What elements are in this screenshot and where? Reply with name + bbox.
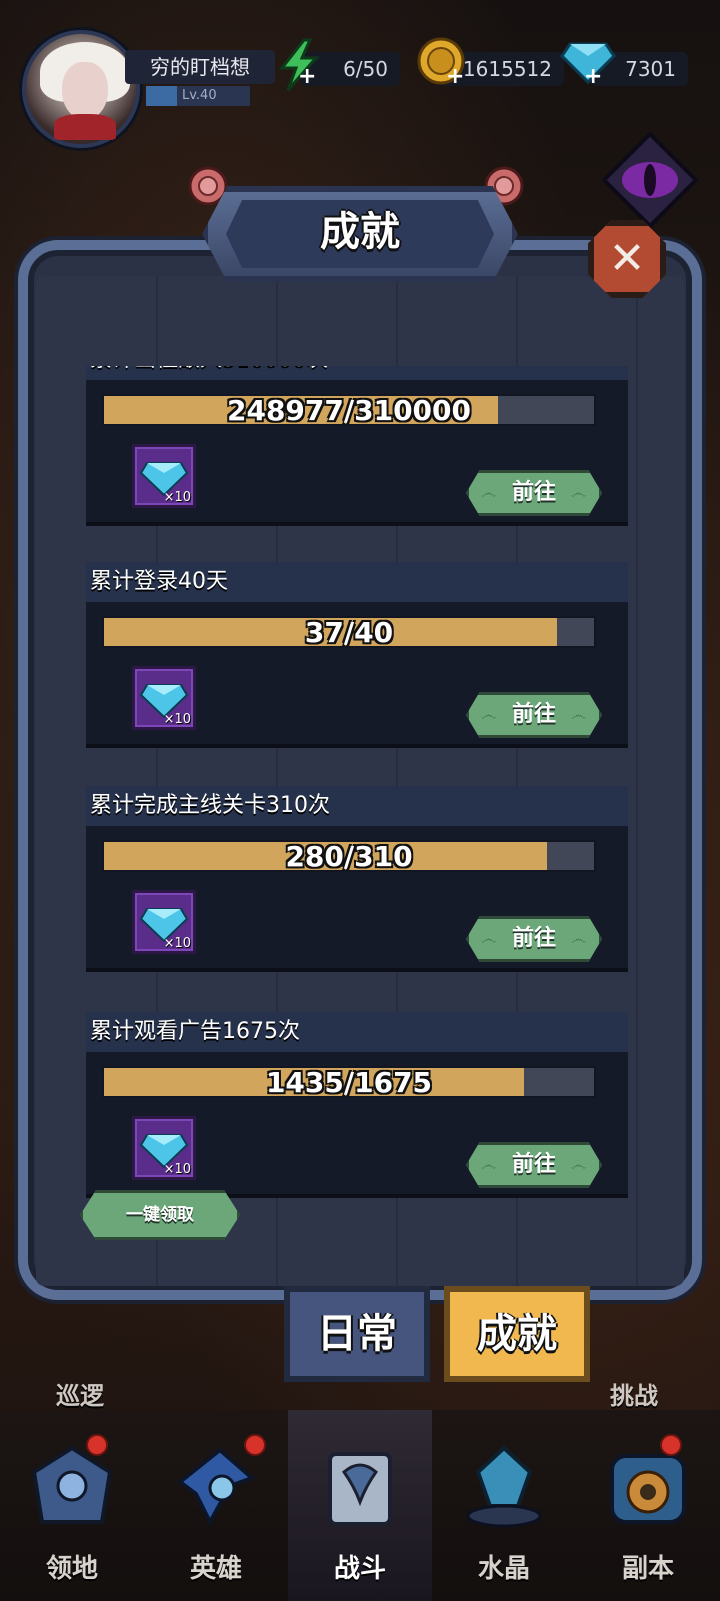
achievement-title: 累计出怪敌人310000次	[86, 366, 628, 380]
close-icon: ✕	[608, 233, 646, 284]
crystal-icon	[466, 1445, 542, 1528]
nav-dungeon[interactable]: 副本	[576, 1410, 720, 1601]
reward-gem-item[interactable]: ×10	[132, 890, 196, 954]
achievement-progress-bar: 280/310	[102, 840, 596, 872]
achievement-card: 累计登录40天 37/40 ×10 ෴ 前往 ෴	[86, 562, 628, 750]
claim-all-button[interactable]: 一键领取	[80, 1190, 240, 1240]
achievement-progress-bar: 37/40	[102, 616, 596, 648]
go-button[interactable]: ෴ 前往 ෴	[466, 470, 602, 516]
achievement-title: 累计观看广告1675次	[86, 1012, 628, 1052]
battle-icon	[328, 1452, 392, 1526]
swirl-icon: ෴	[571, 929, 587, 948]
nav-hero[interactable]: 英雄	[144, 1410, 288, 1601]
patrol-label[interactable]: 巡逻	[56, 1376, 104, 1411]
progress-text: 1435/1675	[265, 1066, 433, 1099]
reward-quantity: ×10	[163, 1162, 191, 1177]
go-button[interactable]: ෴ 前往 ෴	[466, 1142, 602, 1188]
gold-value: 1615512	[462, 57, 552, 81]
progress-text: 280/310	[285, 840, 413, 873]
reward-gem-item[interactable]: ×10	[132, 666, 196, 730]
notification-dot	[660, 1434, 682, 1456]
reward-quantity: ×10	[163, 490, 191, 505]
reward-gem-item[interactable]: ×10	[132, 444, 196, 508]
challenge-label[interactable]: 挑战	[610, 1376, 658, 1411]
achievement-title: 累计完成主线关卡310次	[86, 786, 628, 826]
tab-daily[interactable]: 日常	[284, 1286, 430, 1382]
gem-value: 7301	[625, 57, 676, 81]
swirl-icon: ෴	[571, 1155, 587, 1174]
modal-title: 成就	[320, 209, 400, 255]
player-level-bar: Lv.40	[146, 86, 250, 106]
nav-battle[interactable]: 战斗	[288, 1410, 432, 1601]
territory-icon	[31, 1445, 113, 1524]
gold-plus-icon[interactable]: +	[446, 66, 464, 88]
achievement-progress-bar: 248977/310000	[102, 394, 596, 426]
reward-quantity: ×10	[163, 712, 191, 727]
player-avatar[interactable]	[22, 30, 140, 148]
gem-plus-icon[interactable]: +	[584, 66, 602, 88]
hero-icon	[176, 1447, 256, 1527]
swirl-icon: ෴	[571, 483, 587, 502]
nav-crystal[interactable]: 水晶	[432, 1410, 576, 1601]
player-name: 穷的盯档想	[125, 50, 275, 84]
achievement-progress-bar: 1435/1675	[102, 1066, 596, 1098]
dungeon-icon	[610, 1454, 686, 1524]
notification-dot	[86, 1434, 108, 1456]
bottom-nav: 领地 英雄 战斗 水晶 副本	[0, 1410, 720, 1601]
achievement-title: 累计登录40天	[86, 562, 628, 602]
progress-text: 248977/310000	[226, 394, 471, 427]
notification-dot	[244, 1434, 266, 1456]
achievement-modal: 成就 ✕ 累计出怪敌人310000次 248977/310000 ×10	[0, 166, 720, 1400]
achievement-card: 累计完成主线关卡310次 280/310 ×10 ෴ 前往 ෴	[86, 786, 628, 974]
player-level: Lv.40	[182, 88, 217, 103]
go-button[interactable]: ෴ 前往 ෴	[466, 692, 602, 738]
swirl-icon: ෴	[571, 705, 587, 724]
close-button[interactable]: ✕	[588, 220, 666, 298]
achievement-card: 累计观看广告1675次 1435/1675 ×10 ෴ 前往 ෴	[86, 1012, 628, 1200]
progress-text: 37/40	[304, 616, 394, 649]
reward-quantity: ×10	[163, 936, 191, 951]
achievement-card: 累计出怪敌人310000次 248977/310000 ×10 ෴ 前往 ෴	[86, 366, 628, 528]
tab-achievement[interactable]: 成就	[444, 1286, 590, 1382]
energy-plus-icon[interactable]: +	[298, 66, 316, 88]
nav-territory[interactable]: 领地	[0, 1410, 144, 1601]
go-button[interactable]: ෴ 前往 ෴	[466, 916, 602, 962]
reward-gem-item[interactable]: ×10	[132, 1116, 196, 1180]
level-fill	[146, 86, 178, 106]
energy-value: 6/50	[343, 57, 388, 81]
